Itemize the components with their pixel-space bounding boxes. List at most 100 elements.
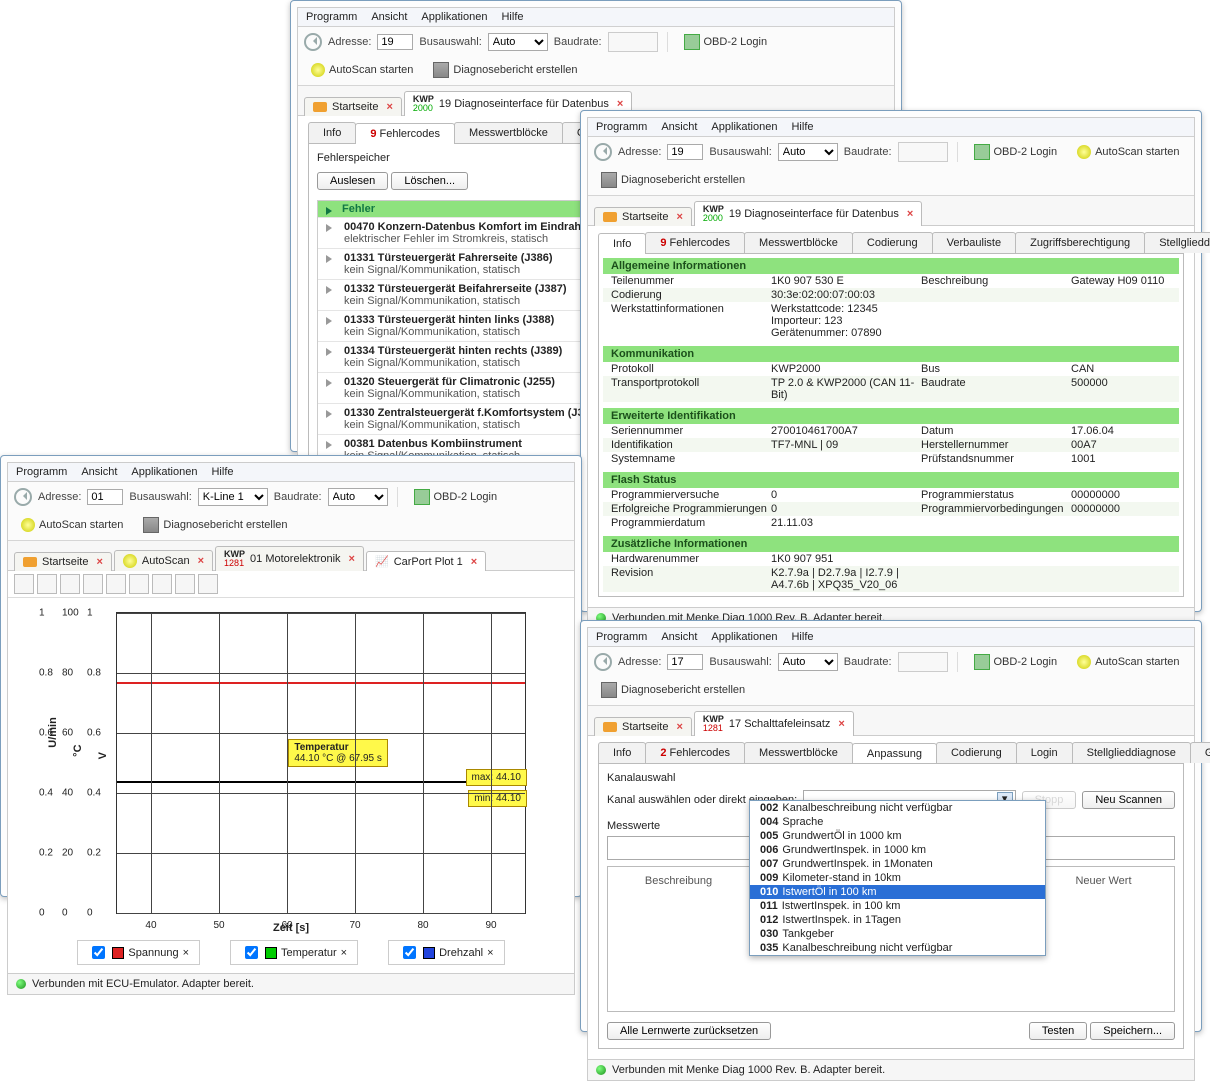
expand-icon[interactable] <box>326 286 336 294</box>
menu-applikationen[interactable]: Applikationen <box>711 631 777 643</box>
subtab-info[interactable]: Info <box>308 122 356 143</box>
bus-select[interactable]: K-Line 1 <box>198 488 268 506</box>
autoscan-button[interactable]: AutoScan starten <box>1070 142 1186 162</box>
tool-icon[interactable] <box>83 574 103 594</box>
dropdown-option[interactable]: 012IstwertInspek. in 1Tagen <box>750 913 1045 927</box>
tool-icon[interactable] <box>198 574 218 594</box>
menu-hilfe[interactable]: Hilfe <box>501 11 523 23</box>
expand-icon[interactable] <box>326 379 336 387</box>
menu-ansicht[interactable]: Ansicht <box>81 466 117 478</box>
menu-programm[interactable]: Programm <box>596 631 647 643</box>
dropdown-option[interactable]: 030Tankgeber <box>750 927 1045 941</box>
tool-icon[interactable] <box>129 574 149 594</box>
chart-canvas[interactable]: V °C U/min Temperatur44.10 °C @ 67.95 s … <box>116 612 526 914</box>
menu-hilfe[interactable]: Hilfe <box>791 631 813 643</box>
dropdown-option[interactable]: 005GrundwertÖl in 1000 km <box>750 829 1045 843</box>
bus-select[interactable]: Auto <box>778 143 838 161</box>
obd-login-button[interactable]: OBD-2 Login <box>407 486 505 508</box>
menu-programm[interactable]: Programm <box>596 121 647 133</box>
menu-hilfe[interactable]: Hilfe <box>211 466 233 478</box>
tool-icon[interactable] <box>37 574 57 594</box>
menu-ansicht[interactable]: Ansicht <box>661 121 697 133</box>
dropdown-option[interactable]: 006GrundwertInspek. in 1000 km <box>750 843 1045 857</box>
close-icon[interactable]: × <box>676 721 682 733</box>
subtab-messwert[interactable]: Messwertblöcke <box>744 742 853 763</box>
legend-spannung[interactable]: Spannung × <box>77 940 200 965</box>
loeschen-button[interactable]: Löschen... <box>391 172 468 190</box>
tool-icon[interactable] <box>60 574 80 594</box>
back-icon[interactable] <box>304 33 322 51</box>
menu-programm[interactable]: Programm <box>306 11 357 23</box>
subtab-fehlercodes[interactable]: 9Fehlercodes <box>355 123 455 144</box>
dropdown-option[interactable]: 009Kilometer-stand in 10km <box>750 871 1045 885</box>
report-button[interactable]: Diagnosebericht erstellen <box>594 679 752 701</box>
autoscan-button[interactable]: AutoScan starten <box>14 515 130 535</box>
subtab-stellglied[interactable]: Stellglieddiagnose <box>1144 232 1210 253</box>
autoscan-button[interactable]: AutoScan starten <box>304 60 420 80</box>
close-icon[interactable]: × <box>471 556 477 568</box>
subtab-zugriff[interactable]: Zugriffsberechtigung <box>1015 232 1145 253</box>
expand-icon[interactable] <box>326 255 336 263</box>
close-icon[interactable]: × <box>676 211 682 223</box>
tab-startseite[interactable]: Startseite× <box>304 97 402 116</box>
report-button[interactable]: Diagnosebericht erstellen <box>426 59 584 81</box>
subtab-messwert[interactable]: Messwertblöcke <box>454 122 563 143</box>
obd-login-button[interactable]: OBD-2 Login <box>677 31 775 53</box>
tab-plot[interactable]: 📈 CarPort Plot 1× <box>366 551 486 571</box>
tab-autoscan[interactable]: AutoScan× <box>114 550 213 571</box>
tab-startseite[interactable]: Startseite× <box>14 552 112 571</box>
dropdown-option[interactable]: 007GrundwertInspek. in 1Monaten <box>750 857 1045 871</box>
close-icon[interactable]: × <box>386 101 392 113</box>
menu-applikationen[interactable]: Applikationen <box>711 121 777 133</box>
tab-startseite[interactable]: Startseite× <box>594 717 692 736</box>
back-icon[interactable] <box>14 488 32 506</box>
autoscan-button[interactable]: AutoScan starten <box>1070 652 1186 672</box>
subtab-fehlercodes[interactable]: 2Fehlercodes <box>645 742 745 763</box>
obd-login-button[interactable]: OBD-2 Login <box>967 651 1065 673</box>
subtab-info[interactable]: Info <box>598 742 646 763</box>
bus-select[interactable]: Auto <box>778 653 838 671</box>
reset-button[interactable]: Alle Lernwerte zurücksetzen <box>607 1022 771 1040</box>
subtab-verbauliste[interactable]: Verbauliste <box>932 232 1016 253</box>
report-button[interactable]: Diagnosebericht erstellen <box>594 169 752 191</box>
subtab-codierung[interactable]: Codierung <box>852 232 933 253</box>
close-icon[interactable]: × <box>838 718 844 730</box>
subtab-messwert[interactable]: Messwertblöcke <box>744 232 853 253</box>
adresse-input[interactable] <box>667 144 703 160</box>
adresse-input[interactable] <box>87 489 123 505</box>
menu-applikationen[interactable]: Applikationen <box>421 11 487 23</box>
baud-select[interactable] <box>898 142 948 162</box>
adresse-input[interactable] <box>667 654 703 670</box>
legend-temperatur[interactable]: Temperatur × <box>230 940 358 965</box>
close-icon[interactable]: × <box>198 555 204 567</box>
subtab-login[interactable]: Login <box>1016 742 1073 763</box>
tool-icon[interactable] <box>14 574 34 594</box>
dropdown-option[interactable]: 002Kanalbeschreibung nicht verfügbar <box>750 801 1045 815</box>
tool-icon[interactable] <box>106 574 126 594</box>
report-button[interactable]: Diagnosebericht erstellen <box>136 514 294 536</box>
close-icon[interactable]: × <box>96 556 102 568</box>
dropdown-option[interactable]: 010IstwertÖl in 100 km <box>750 885 1045 899</box>
expand-icon[interactable] <box>326 410 336 418</box>
baud-select[interactable]: Auto <box>328 488 388 506</box>
subtab-codierung[interactable]: Codierung <box>936 742 1017 763</box>
menu-ansicht[interactable]: Ansicht <box>661 631 697 643</box>
tab-schalttafel[interactable]: KWP128117 Schalttafeleinsatz× <box>694 711 854 736</box>
dropdown-option[interactable]: 011IstwertInspek. in 100 km <box>750 899 1045 913</box>
tool-icon[interactable] <box>152 574 172 594</box>
subtab-stellglied[interactable]: Stellglieddiagnose <box>1072 742 1191 763</box>
baud-select[interactable] <box>608 32 658 52</box>
obd-login-button[interactable]: OBD-2 Login <box>967 141 1065 163</box>
close-icon[interactable]: × <box>617 98 623 110</box>
adresse-input[interactable] <box>377 34 413 50</box>
speichern-button[interactable]: Speichern... <box>1090 1022 1175 1040</box>
back-icon[interactable] <box>594 143 612 161</box>
back-icon[interactable] <box>594 653 612 671</box>
expand-icon[interactable] <box>326 224 336 232</box>
dropdown-option[interactable]: 035Kanalbeschreibung nicht verfügbar <box>750 941 1045 955</box>
baud-select[interactable] <box>898 652 948 672</box>
menu-hilfe[interactable]: Hilfe <box>791 121 813 133</box>
kanal-dropdown-list[interactable]: 002Kanalbeschreibung nicht verfügbar004S… <box>749 800 1046 956</box>
neuscan-button[interactable]: Neu Scannen <box>1082 791 1175 809</box>
close-icon[interactable]: × <box>907 208 913 220</box>
